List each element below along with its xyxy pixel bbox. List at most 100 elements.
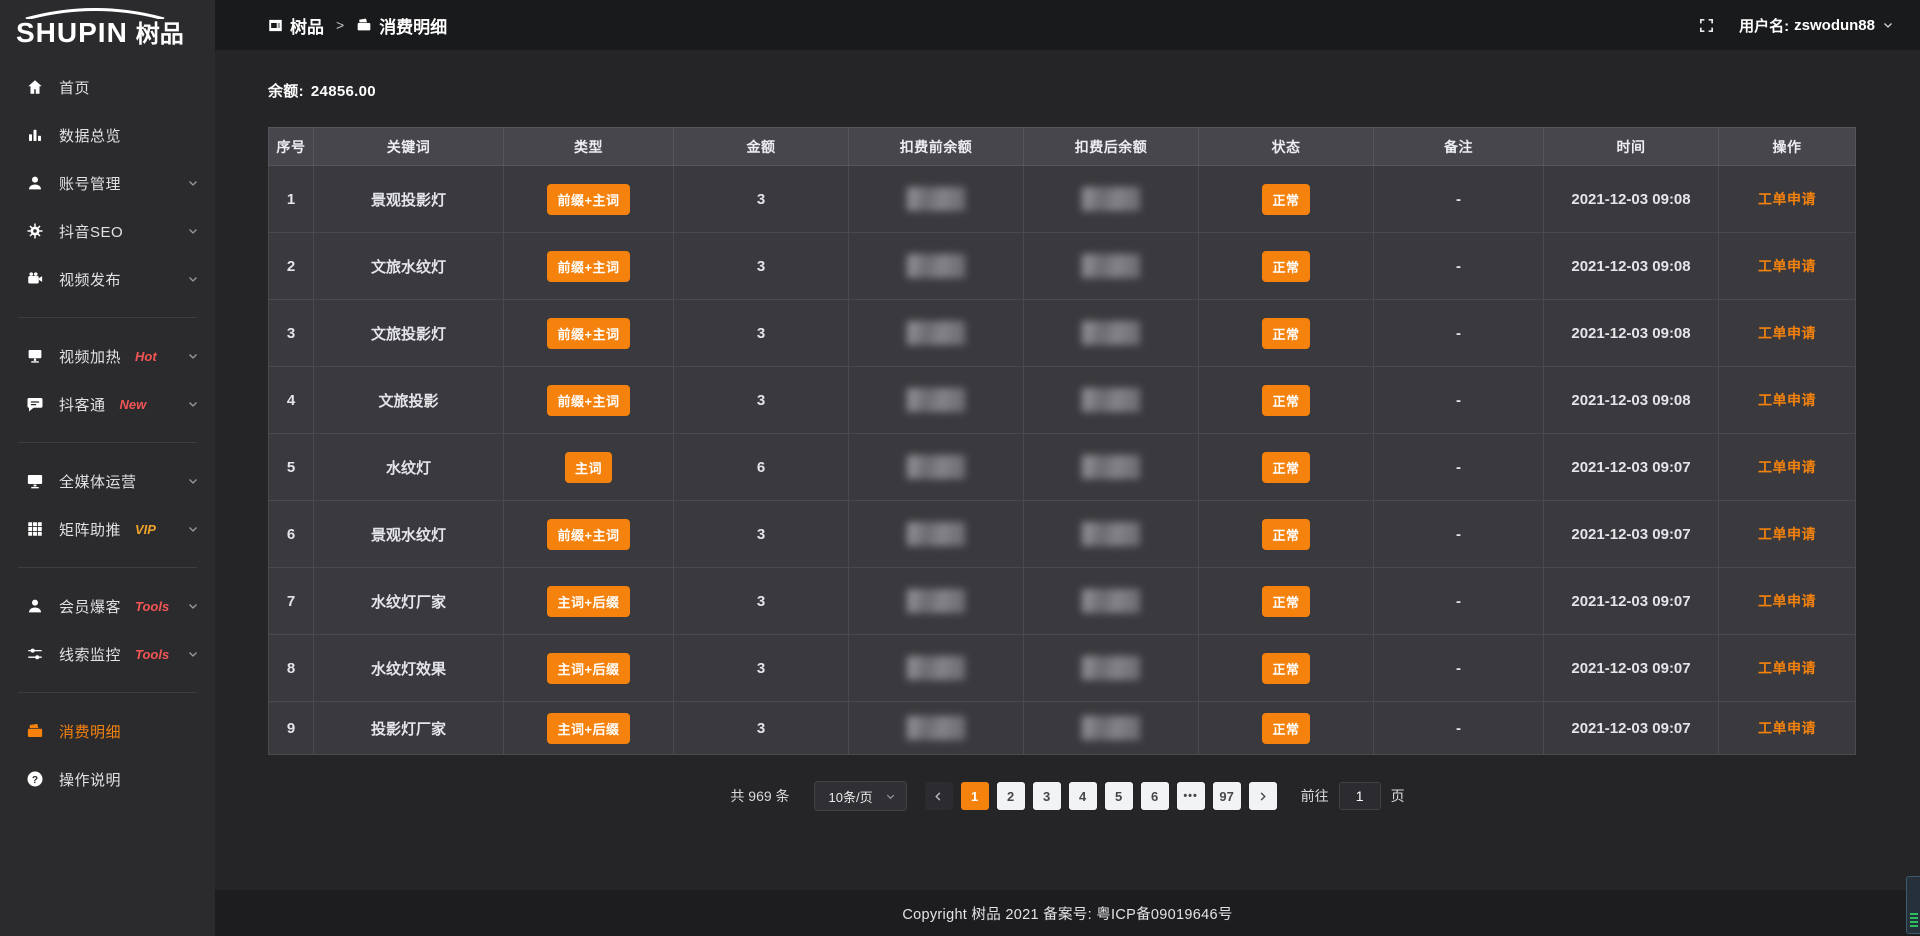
sidebar-item-video-heat[interactable]: 视频加热Hot <box>0 332 215 380</box>
sidebar-item-media-operation[interactable]: 全媒体运营 <box>0 457 215 505</box>
sidebar-item-consumption-detail[interactable]: 消费明细 <box>0 707 215 755</box>
ticket-request-link[interactable]: 工单申请 <box>1758 593 1816 609</box>
cell-note: - <box>1374 434 1544 501</box>
user-menu[interactable]: 用户名: zswodun88 <box>1739 15 1894 36</box>
sidebar-item-member-baoke[interactable]: 会员爆客Tools <box>0 582 215 630</box>
cell-type: 前缀+主词 <box>504 367 674 434</box>
chevron-down-icon <box>187 350 199 362</box>
column-header-6: 状态 <box>1199 128 1374 166</box>
sidebar-item-operation-guide[interactable]: ?操作说明 <box>0 755 215 803</box>
logo-text: SHUPIN <box>16 19 128 47</box>
cell-status: 正常 <box>1199 501 1374 568</box>
chevron-down-icon <box>187 398 199 410</box>
page-button-5[interactable]: 5 <box>1105 782 1133 810</box>
cell-keyword: 文旅水纹灯 <box>314 233 504 300</box>
type-badge: 前缀+主词 <box>547 385 629 416</box>
cell-index: 5 <box>269 434 314 501</box>
cell-amount: 3 <box>674 568 849 635</box>
monitor-icon <box>26 472 44 490</box>
wallet-icon <box>26 722 44 740</box>
sidebar-item-clue-monitor[interactable]: 线索监控Tools <box>0 630 215 678</box>
fullscreen-icon[interactable] <box>1698 17 1715 34</box>
breadcrumb-separator: > <box>336 17 344 33</box>
sidebar-item-matrix-boost[interactable]: 矩阵助推VIP <box>0 505 215 553</box>
chevron-down-icon <box>1882 19 1894 31</box>
ticket-request-link[interactable]: 工单申请 <box>1758 258 1816 274</box>
ticket-request-link[interactable]: 工单申请 <box>1758 526 1816 542</box>
cell-keyword: 景观水纹灯 <box>314 501 504 568</box>
cell-note: - <box>1374 300 1544 367</box>
ticket-request-link[interactable]: 工单申请 <box>1758 459 1816 475</box>
column-header-1: 关键词 <box>314 128 504 166</box>
cell-action: 工单申请 <box>1719 434 1856 501</box>
page-button-4[interactable]: 4 <box>1069 782 1097 810</box>
redacted-value <box>907 716 965 740</box>
page-size-select[interactable]: 10条/页 <box>814 781 907 811</box>
next-page-button[interactable] <box>1249 782 1277 810</box>
sidebar-item-data-overview[interactable]: 数据总览 <box>0 111 215 159</box>
cell-action: 工单申请 <box>1719 233 1856 300</box>
type-badge: 前缀+主词 <box>547 318 629 349</box>
cell-action: 工单申请 <box>1719 367 1856 434</box>
cell-action: 工单申请 <box>1719 568 1856 635</box>
chevron-down-icon <box>187 648 199 660</box>
sidebar-item-video-publish[interactable]: 视频发布 <box>0 255 215 303</box>
sidebar-nav: 首页数据总览账号管理抖音SEO视频发布视频加热Hot抖客通New 全媒体运营矩阵助… <box>0 63 215 803</box>
cell-note: - <box>1374 635 1544 702</box>
table-row: 5水纹灯主词6正常-2021-12-03 09:07工单申请 <box>269 434 1856 501</box>
sidebar-item-home[interactable]: 首页 <box>0 63 215 111</box>
chat-widget[interactable] <box>1906 876 1920 934</box>
page-button-6[interactable]: 6 <box>1141 782 1169 810</box>
sidebar-item-douketong[interactable]: 抖客通New <box>0 380 215 428</box>
cell-status: 正常 <box>1199 367 1374 434</box>
cell-action: 工单申请 <box>1719 635 1856 702</box>
question-icon: ? <box>26 770 44 788</box>
cell-keyword: 景观投影灯 <box>314 166 504 233</box>
prev-page-button[interactable] <box>925 782 953 810</box>
cell-status: 正常 <box>1199 635 1374 702</box>
cell-time: 2021-12-03 09:08 <box>1544 367 1719 434</box>
cell-keyword: 投影灯厂家 <box>314 702 504 755</box>
sidebar-item-account-manage[interactable]: 账号管理 <box>0 159 215 207</box>
status-badge: 正常 <box>1262 452 1309 483</box>
cell-index: 2 <box>269 233 314 300</box>
column-header-7: 备注 <box>1374 128 1544 166</box>
cell-amount: 3 <box>674 166 849 233</box>
column-header-0: 序号 <box>269 128 314 166</box>
type-badge: 主词+后缀 <box>547 713 629 744</box>
cell-balance-after <box>1024 568 1199 635</box>
breadcrumb-item-current: 消费明细 <box>356 13 447 38</box>
page-button-1[interactable]: 1 <box>961 782 989 810</box>
copyright-text: Copyright 树品 2021 备案号: 粤ICP备09019646号 <box>902 903 1232 924</box>
breadcrumb-item-home[interactable]: 树品 <box>268 13 324 38</box>
page-button-2[interactable]: 2 <box>997 782 1025 810</box>
chevron-down-icon <box>187 273 199 285</box>
topbar-right: 用户名: zswodun88 <box>1698 15 1894 36</box>
cell-time: 2021-12-03 09:07 <box>1544 635 1719 702</box>
cell-action: 工单申请 <box>1719 501 1856 568</box>
cell-type: 前缀+主词 <box>504 501 674 568</box>
page-buttons: 123456 ••• 97 <box>961 782 1241 810</box>
status-badge: 正常 <box>1262 713 1309 744</box>
sidebar-item-douyin-seo[interactable]: 抖音SEO <box>0 207 215 255</box>
ticket-request-link[interactable]: 工单申请 <box>1758 191 1816 207</box>
redacted-value <box>1082 656 1140 680</box>
more-pages-button[interactable]: ••• <box>1177 782 1205 810</box>
page-button-3[interactable]: 3 <box>1033 782 1061 810</box>
consumption-table: 序号关键词类型金额扣费前余额扣费后余额状态备注时间操作 1景观投影灯前缀+主词3… <box>268 127 1856 755</box>
type-badge: 主词 <box>565 452 612 483</box>
cell-type: 主词 <box>504 434 674 501</box>
cell-keyword: 水纹灯 <box>314 434 504 501</box>
ticket-request-link[interactable]: 工单申请 <box>1758 720 1816 736</box>
cell-balance-before <box>849 635 1024 702</box>
sidebar-badge-vip: VIP <box>135 522 156 537</box>
chevron-down-icon <box>187 177 199 189</box>
goto-page-input[interactable] <box>1339 782 1381 810</box>
ticket-request-link[interactable]: 工单申请 <box>1758 392 1816 408</box>
page-button-97[interactable]: 97 <box>1213 782 1241 810</box>
cell-status: 正常 <box>1199 233 1374 300</box>
ticket-request-link[interactable]: 工单申请 <box>1758 660 1816 676</box>
ticket-request-link[interactable]: 工单申请 <box>1758 325 1816 341</box>
cell-balance-before <box>849 501 1024 568</box>
breadcrumb: 树品 > 消费明细 <box>268 13 447 38</box>
